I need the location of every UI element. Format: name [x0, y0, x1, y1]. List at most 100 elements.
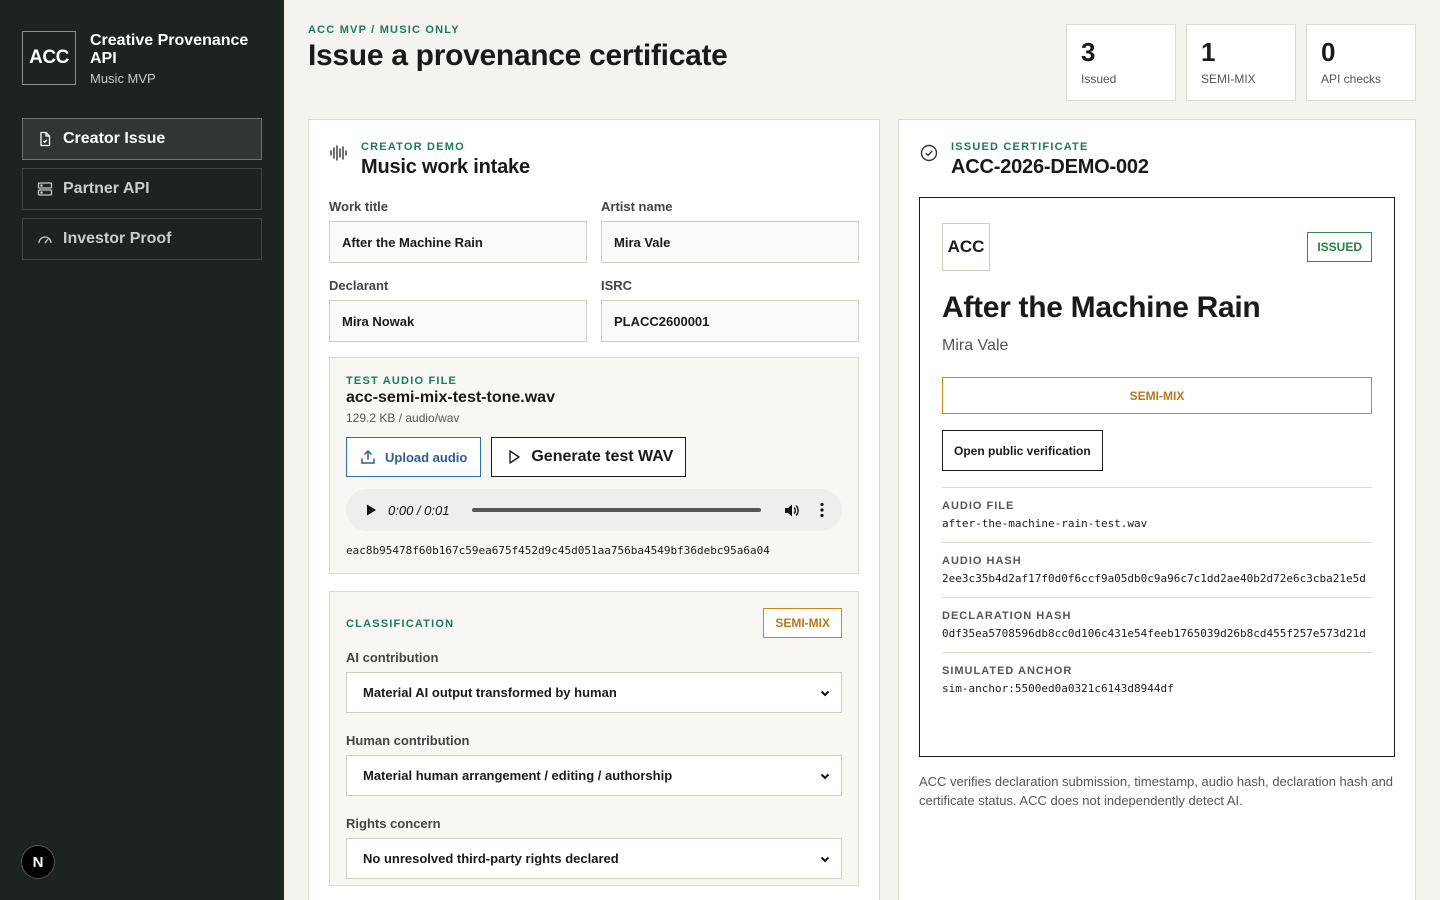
stat-issued: 3 Issued: [1066, 24, 1176, 101]
certificate-eyebrow: ISSUED CERTIFICATE: [951, 141, 1089, 153]
nav-item-investor-proof[interactable]: Investor Proof: [22, 218, 262, 260]
sidebar: ACC Creative Provenance API Music MVP Cr…: [0, 0, 284, 900]
human-contribution-select[interactable]: Material human arrangement / editing / a…: [346, 755, 842, 796]
sidebar-nav: Creator Issue Partner API Investor Proof: [22, 118, 262, 268]
chevron-down-icon: [819, 687, 831, 699]
certificate-title: After the Machine Rain: [942, 291, 1261, 324]
meta-label: DECLARATION HASH: [942, 610, 1072, 622]
more-options-icon[interactable]: [820, 502, 824, 518]
server-icon: [37, 181, 53, 197]
classification-badge: SEMI-MIX: [763, 608, 842, 638]
test-audio-box: TEST AUDIO FILE acc-semi-mix-test-tone.w…: [329, 357, 859, 574]
meta-value: sim-anchor:5500ed0a0321c6143d8944df: [942, 682, 1174, 695]
human-contribution-group: Human contribution Material human arrang…: [346, 733, 842, 796]
stat-value: 1: [1201, 37, 1216, 67]
dev-tools-badge[interactable]: N: [21, 845, 55, 879]
page-header: ACC MVP / MUSIC ONLY Issue a provenance …: [308, 24, 728, 73]
stat-label: Issued: [1081, 72, 1117, 86]
document-icon: [37, 131, 53, 147]
meta-row-audio-hash: AUDIO HASH 2ee3c35b4d2af17f0d0f6ccf9a05d…: [942, 542, 1372, 597]
stat-value: 3: [1081, 37, 1096, 67]
page-eyebrow: ACC MVP / MUSIC ONLY: [308, 24, 460, 36]
ai-contribution-select[interactable]: Material AI output transformed by human: [346, 672, 842, 713]
audio-eyebrow: TEST AUDIO FILE: [346, 375, 458, 387]
declarant-input[interactable]: [329, 300, 587, 342]
brand: ACC Creative Provenance API Music MVP: [22, 31, 250, 86]
generate-test-wav-label: Generate test WAV: [531, 448, 674, 465]
intake-eyebrow: CREATOR DEMO: [361, 141, 465, 153]
declarant-field: Declarant: [329, 278, 587, 342]
waveform-icon: [329, 143, 349, 163]
upload-audio-label: Upload audio: [385, 449, 468, 465]
brand-subtitle: Music MVP: [90, 71, 156, 86]
status-badge: ISSUED: [1307, 232, 1372, 262]
nav-item-label: Partner API: [63, 180, 150, 197]
classification-box: CLASSIFICATION SEMI-MIX AI contribution …: [329, 591, 859, 886]
declarant-label: Declarant: [329, 278, 389, 293]
artist-name-field: Artist name: [601, 199, 859, 263]
human-contribution-value: Material human arrangement / editing / a…: [363, 768, 673, 783]
stat-semi-mix: 1 SEMI-MIX: [1186, 24, 1296, 101]
certificate-meta: AUDIO FILE after-the-machine-rain-test.w…: [942, 487, 1372, 707]
stat-label: SEMI-MIX: [1201, 72, 1256, 86]
ai-contribution-value: Material AI output transformed by human: [363, 685, 617, 700]
nav-item-creator-issue[interactable]: Creator Issue: [22, 118, 262, 160]
nav-item-label: Investor Proof: [63, 230, 172, 247]
meta-label: SIMULATED ANCHOR: [942, 665, 1073, 677]
audio-hash: eac8b95478f60b167c59ea675f452d9c45d051aa…: [346, 544, 770, 557]
meta-row-anchor: SIMULATED ANCHOR sim-anchor:5500ed0a0321…: [942, 652, 1372, 707]
work-title-label: Work title: [329, 199, 388, 214]
badge-check-icon: [919, 143, 939, 163]
rights-concern-select[interactable]: No unresolved third-party rights declare…: [346, 838, 842, 879]
audio-player: 0:00 / 0:01: [346, 489, 842, 531]
isrc-label: ISRC: [601, 278, 633, 293]
audio-file-name: acc-semi-mix-test-tone.wav: [346, 389, 555, 406]
player-play-icon[interactable]: [364, 503, 378, 517]
work-title-input[interactable]: [329, 221, 587, 263]
meta-label: AUDIO HASH: [942, 555, 1022, 567]
volume-icon[interactable]: [783, 502, 800, 519]
meta-row-audio-file: AUDIO FILE after-the-machine-rain-test.w…: [942, 487, 1372, 542]
brand-logo: ACC: [22, 31, 76, 85]
certificate-artist: Mira Vale: [942, 337, 1009, 354]
meta-value: 2ee3c35b4d2af17f0d0f6ccf9a05db0c9a96c7c1…: [942, 572, 1366, 585]
certificate-disclaimer: ACC verifies declaration submission, tim…: [919, 774, 1394, 808]
intake-panel: CREATOR DEMO Music work intake Work titl…: [308, 119, 880, 900]
certificate-card: ACC ISSUED After the Machine Rain Mira V…: [919, 197, 1395, 757]
meta-value: after-the-machine-rain-test.wav: [942, 517, 1148, 530]
artist-name-input[interactable]: [601, 221, 859, 263]
work-title-field: Work title: [329, 199, 587, 263]
nav-item-label: Creator Issue: [63, 130, 166, 147]
ai-contribution-label: AI contribution: [346, 650, 439, 665]
upload-audio-button[interactable]: Upload audio: [346, 437, 482, 477]
ai-contribution-group: AI contribution Material AI output trans…: [346, 650, 842, 713]
isrc-input[interactable]: [601, 300, 859, 342]
meta-label: AUDIO FILE: [942, 500, 1015, 512]
chevron-down-icon: [819, 853, 831, 865]
rights-concern-value: No unresolved third-party rights declare…: [363, 851, 619, 866]
stat-value: 0: [1321, 37, 1336, 67]
rights-concern-group: Rights concern No unresolved third-party…: [346, 816, 842, 879]
chevron-down-icon: [819, 770, 831, 782]
open-public-verification-button[interactable]: Open public verification: [942, 430, 1103, 471]
nav-item-partner-api[interactable]: Partner API: [22, 168, 262, 210]
player-seek-bar[interactable]: [472, 508, 761, 512]
rights-concern-label: Rights concern: [346, 816, 441, 831]
play-icon: [506, 449, 522, 465]
player-time: 0:00 / 0:01: [388, 502, 450, 518]
isrc-field: ISRC: [601, 278, 859, 342]
intake-title: Music work intake: [361, 156, 530, 178]
artist-name-label: Artist name: [601, 199, 673, 214]
certificate-panel: ISSUED CERTIFICATE ACC-2026-DEMO-002 ACC…: [898, 119, 1416, 900]
upload-icon: [360, 449, 376, 465]
human-contribution-label: Human contribution: [346, 733, 470, 748]
stat-api-checks: 0 API checks: [1306, 24, 1416, 101]
certificate-id: ACC-2026-DEMO-002: [951, 156, 1149, 178]
stats: 3 Issued 1 SEMI-MIX 0 API checks: [1066, 24, 1416, 101]
meta-row-declaration-hash: DECLARATION HASH 0df35ea5708596db8cc0d10…: [942, 597, 1372, 652]
certificate-logo: ACC: [942, 223, 990, 271]
meta-value: 0df35ea5708596db8cc0d106c431e54feeb17650…: [942, 627, 1366, 640]
audio-file-meta: 129.2 KB / audio/wav: [346, 411, 460, 425]
generate-test-wav-button[interactable]: Generate test WAV: [491, 437, 687, 477]
certificate-classification: SEMI-MIX: [942, 377, 1372, 414]
